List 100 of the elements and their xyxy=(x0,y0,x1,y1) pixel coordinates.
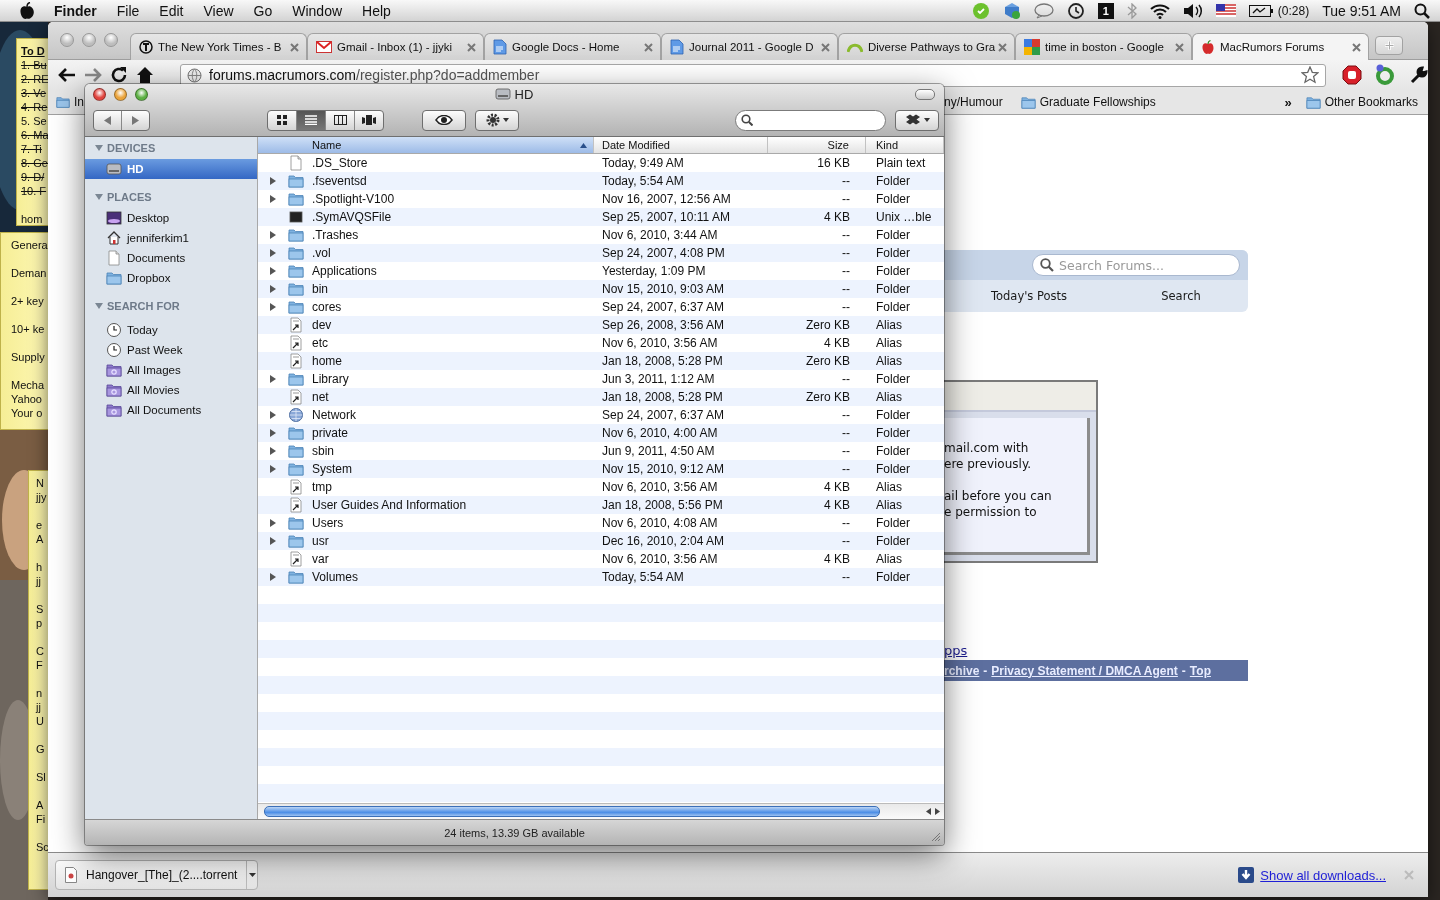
wifi-icon[interactable] xyxy=(1149,2,1170,19)
column-header[interactable]: Name xyxy=(258,137,594,153)
sidebar-item[interactable]: Past Week xyxy=(85,340,257,360)
browser-tab[interactable]: Google Docs - Home xyxy=(484,33,661,60)
browser-tab[interactable]: MacRumors Forums xyxy=(1192,33,1369,60)
browser-tab[interactable]: Gmail - Inbox (1) - jjyki xyxy=(307,33,484,60)
star-icon[interactable] xyxy=(1301,66,1319,84)
menu-item[interactable]: View xyxy=(203,2,234,19)
reload-icon[interactable] xyxy=(110,66,128,84)
notice-text: ail before you can e permission to xyxy=(944,488,1053,520)
close-icon[interactable] xyxy=(290,42,299,52)
sidebar-item[interactable]: Documents xyxy=(85,248,257,268)
close-button[interactable] xyxy=(93,87,106,101)
disclosure-triangle-icon[interactable] xyxy=(270,375,276,383)
menu-item[interactable]: File xyxy=(116,2,140,19)
column-header[interactable]: Date Modified xyxy=(594,137,768,153)
disclosure-triangle-icon[interactable] xyxy=(270,303,276,311)
disclosure-triangle-icon[interactable] xyxy=(270,465,276,473)
scroll-left-arrow-icon[interactable] xyxy=(926,808,931,815)
disclosure-triangle-icon[interactable] xyxy=(270,177,276,185)
forward-arrow-icon[interactable] xyxy=(84,67,102,83)
bookmark[interactable]: In xyxy=(56,95,84,109)
close-icon[interactable] xyxy=(1175,42,1184,52)
wrench-icon[interactable] xyxy=(1410,66,1428,84)
column-header[interactable]: Kind xyxy=(866,137,944,153)
sidebar-item[interactable]: Today xyxy=(85,320,257,340)
nav-link[interactable]: Today's Posts xyxy=(944,289,1114,303)
disclosure-triangle-icon[interactable] xyxy=(270,429,276,437)
apps-link[interactable]: pps xyxy=(944,643,968,658)
close-icon[interactable] xyxy=(998,42,1007,52)
minimize-button[interactable] xyxy=(114,87,127,101)
zoom-button[interactable] xyxy=(135,87,148,101)
address-field[interactable]: forums.macrumors.com/register.php?do=addmember xyxy=(180,63,1326,87)
menubar-clock[interactable]: Tue 9:51 AM xyxy=(1322,2,1401,19)
sidebar-item[interactable]: Desktop xyxy=(85,208,257,228)
menu-item[interactable]: Edit xyxy=(159,2,184,19)
disclosure-triangle-icon[interactable] xyxy=(270,411,276,419)
resize-grip-icon[interactable] xyxy=(931,832,941,842)
disclosure-triangle-icon[interactable] xyxy=(270,231,276,239)
search-icon[interactable] xyxy=(1414,2,1430,19)
search-field[interactable] xyxy=(735,109,886,131)
speech-bubble-icon[interactable] xyxy=(1033,2,1054,19)
menu-item[interactable]: Window xyxy=(292,2,343,19)
ring-icon[interactable] xyxy=(1374,64,1396,86)
disclosure-triangle-icon[interactable] xyxy=(270,249,276,257)
bookmark[interactable]: Other Bookmarks xyxy=(1305,94,1418,110)
apple-logo-icon[interactable] xyxy=(19,1,35,20)
app-menu[interactable]: Finder xyxy=(54,2,97,19)
bluetooth-icon[interactable] xyxy=(1126,2,1137,19)
clock-icon[interactable] xyxy=(1066,1,1085,20)
disclosure-triangle-icon[interactable] xyxy=(270,573,276,581)
column-header[interactable]: Size xyxy=(768,137,866,153)
stop-sign-icon[interactable] xyxy=(1342,65,1362,85)
disclosure-triangle-icon[interactable] xyxy=(270,519,276,527)
browser-tab[interactable]: Journal 2011 - Google D xyxy=(661,33,838,60)
download-item[interactable]: Hangover_[The]_(2....torrent xyxy=(55,860,258,890)
view-mode-button[interactable] xyxy=(296,110,325,130)
bookmarks-overflow[interactable]: » xyxy=(1284,94,1292,110)
nav-link[interactable]: Search xyxy=(1114,289,1248,303)
scroll-right-arrow-icon[interactable] xyxy=(935,808,940,815)
browser-tab[interactable]: Diverse Pathways to Gra xyxy=(838,33,1015,60)
bookmark[interactable]: ny/Humour xyxy=(944,95,1003,109)
browser-tab[interactable]: time in boston - Google xyxy=(1015,33,1192,60)
close-icon[interactable] xyxy=(644,42,653,52)
scrollbar-thumb[interactable] xyxy=(264,806,880,817)
disclosure-triangle-icon[interactable] xyxy=(270,195,276,203)
footer-link[interactable]: Top xyxy=(1189,663,1211,678)
speaker-icon[interactable] xyxy=(1182,2,1203,19)
menu-item[interactable]: Go xyxy=(253,2,273,19)
battery-icon[interactable] xyxy=(1248,3,1273,18)
action-button[interactable] xyxy=(475,109,519,131)
footer-link[interactable]: Privacy Statement / DMCA Agent xyxy=(991,663,1178,678)
menu-item[interactable]: Help xyxy=(362,2,391,19)
back-arrow-icon[interactable] xyxy=(58,67,76,83)
sidebar-item[interactable]: All Images xyxy=(85,360,257,380)
toolbar-toggle-button[interactable] xyxy=(915,88,935,100)
show-all-downloads-link[interactable]: Show all downloads... xyxy=(1260,867,1386,883)
browser-tab[interactable]: The New York Times - B xyxy=(130,33,307,60)
sidebar-item[interactable]: HD xyxy=(85,159,257,179)
footer-link[interactable]: rchive xyxy=(944,663,980,678)
quick-look-button[interactable] xyxy=(422,109,466,131)
date-cell-text: Today, 9:49 AM xyxy=(601,156,685,170)
disclosure-triangle-icon[interactable] xyxy=(270,267,276,275)
close-icon[interactable] xyxy=(821,42,830,52)
note-line: A xyxy=(36,798,45,812)
dropbox-button[interactable] xyxy=(895,109,939,131)
sidebar-item[interactable]: All Documents xyxy=(85,400,257,420)
close-icon[interactable] xyxy=(467,42,476,52)
sidebar-item[interactable]: jenniferkim1 xyxy=(85,228,257,248)
close-icon[interactable] xyxy=(1352,42,1361,52)
sidebar-item[interactable]: All Movies xyxy=(85,380,257,400)
flag-icon[interactable] xyxy=(1215,4,1236,17)
caret-icon[interactable] xyxy=(248,873,256,877)
home-icon[interactable] xyxy=(136,66,154,84)
disclosure-triangle-icon[interactable] xyxy=(270,285,276,293)
disclosure-triangle-icon[interactable] xyxy=(270,447,276,455)
sidebar-item[interactable]: Dropbox xyxy=(85,268,257,288)
disclosure-triangle-icon[interactable] xyxy=(270,537,276,545)
bookmark[interactable]: Graduate Fellowships xyxy=(1020,94,1156,110)
spaces-indicator[interactable]: 1 xyxy=(1097,2,1114,19)
